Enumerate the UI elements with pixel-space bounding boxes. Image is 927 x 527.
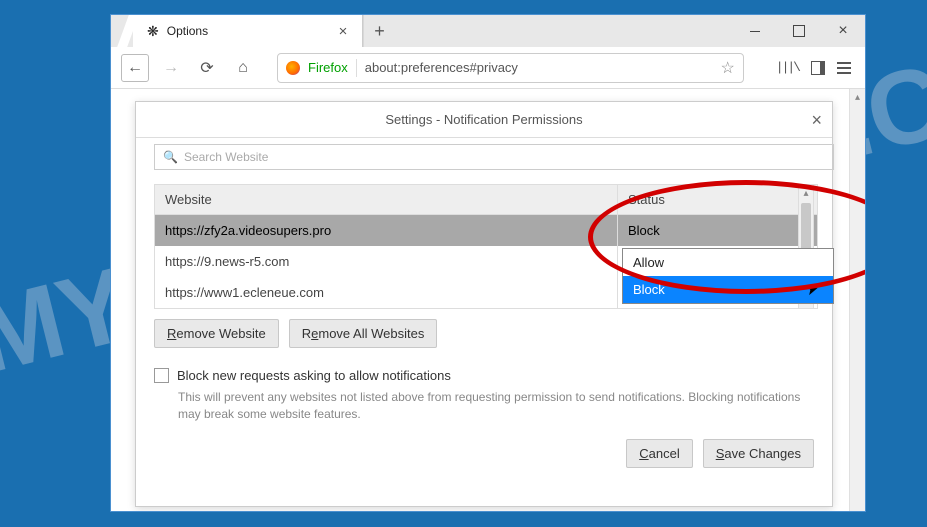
tab-title: Options	[167, 24, 328, 38]
status-dropdown[interactable]: Block▾	[618, 215, 818, 247]
dropdown-option-block[interactable]: Block ➤	[623, 276, 833, 303]
url-text: about:preferences#privacy	[365, 60, 713, 75]
cursor-icon: ➤	[804, 279, 821, 300]
remove-website-button[interactable]: Remove Website	[154, 319, 279, 348]
save-changes-button[interactable]: Save Changes	[703, 439, 814, 468]
column-website[interactable]: Website	[155, 185, 618, 215]
website-cell: https://www1.ecleneue.com	[155, 277, 618, 309]
checkbox-label: Block new requests asking to allow notif…	[177, 368, 451, 383]
website-cell: https://zfy2a.videosupers.pro	[155, 215, 618, 247]
home-button[interactable]: ⌂	[229, 54, 257, 82]
search-website-input[interactable]: 🔍 Search Website	[154, 144, 834, 170]
browser-window: ❋ Options × + × ← → ⟳ ⌂ Firefox about:pr…	[110, 14, 866, 512]
remove-all-websites-button[interactable]: Remove All Websites	[289, 319, 438, 348]
block-new-requests-row: Block new requests asking to allow notif…	[154, 368, 814, 383]
help-text: This will prevent any websites not liste…	[178, 389, 808, 423]
search-icon: 🔍	[163, 150, 178, 164]
remove-buttons-row: Remove Website Remove All Websites	[154, 319, 814, 348]
url-bar[interactable]: Firefox about:preferences#privacy ☆	[277, 53, 744, 83]
dialog-header: Settings - Notification Permissions ×	[136, 102, 832, 138]
content-area: ▴ Settings - Notification Permissions × …	[111, 89, 865, 511]
bookmark-star-icon[interactable]: ☆	[720, 58, 734, 78]
menu-button[interactable]	[837, 62, 851, 74]
firefox-brand-label: Firefox	[308, 60, 348, 75]
scroll-up-icon[interactable]: ▴	[850, 89, 865, 105]
permissions-table-wrap: Website Status▴ https://zfy2a.videosuper…	[154, 184, 814, 309]
reload-button[interactable]: ⟳	[193, 54, 221, 82]
search-placeholder: Search Website	[184, 150, 269, 164]
column-status[interactable]: Status▴	[618, 185, 818, 215]
tab-bar: ❋ Options × + ×	[111, 15, 865, 47]
new-tab-button[interactable]: +	[363, 15, 395, 47]
page-scrollbar[interactable]: ▴	[849, 89, 865, 511]
dialog-footer: Cancel Save Changes	[154, 439, 814, 468]
dialog-close-button[interactable]: ×	[811, 110, 822, 131]
window-maximize-button[interactable]	[777, 15, 821, 47]
toolbar: ← → ⟳ ⌂ Firefox about:preferences#privac…	[111, 47, 865, 89]
library-icon[interactable]: |||\	[776, 60, 799, 75]
dialog-title: Settings - Notification Permissions	[385, 112, 582, 127]
status-dropdown-popup: Allow Block ➤	[622, 248, 834, 304]
tab-close-icon[interactable]: ×	[336, 24, 350, 38]
table-row[interactable]: https://zfy2a.videosupers.pro Block▾	[155, 215, 818, 247]
block-new-requests-checkbox[interactable]	[154, 368, 169, 383]
firefox-logo-icon	[286, 61, 300, 75]
window-close-button[interactable]: ×	[821, 15, 865, 47]
tab-options[interactable]: ❋ Options ×	[133, 15, 363, 47]
notification-permissions-dialog: Settings - Notification Permissions × 🔍 …	[135, 101, 833, 507]
gear-icon: ❋	[147, 23, 159, 40]
scroll-up-icon[interactable]: ▴	[799, 185, 813, 201]
cancel-button[interactable]: Cancel	[626, 439, 692, 468]
window-controls: ×	[733, 15, 865, 47]
website-cell: https://9.news-r5.com	[155, 246, 618, 277]
back-button[interactable]: ←	[121, 54, 149, 82]
window-minimize-button[interactable]	[733, 15, 777, 47]
sidebar-icon[interactable]	[811, 61, 825, 75]
dropdown-option-allow[interactable]: Allow	[623, 249, 833, 276]
forward-button[interactable]: →	[157, 54, 185, 82]
